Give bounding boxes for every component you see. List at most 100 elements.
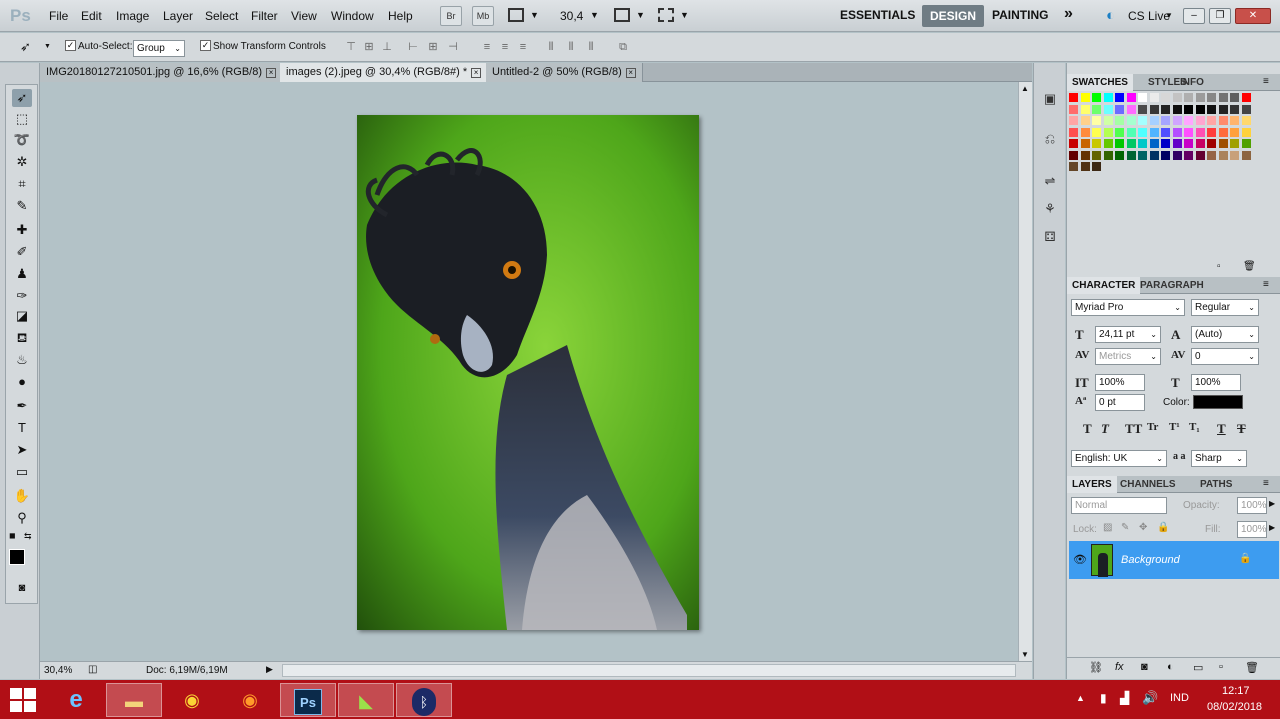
color-swatch[interactable] xyxy=(1103,139,1113,148)
color-swatch[interactable] xyxy=(1230,116,1239,125)
lock-position-icon[interactable]: ✥ xyxy=(1139,522,1147,533)
color-swatch[interactable] xyxy=(1080,150,1090,160)
color-swatch[interactable] xyxy=(1241,127,1251,137)
camtasia-icon[interactable]: ◣ xyxy=(338,683,394,717)
color-swatch[interactable] xyxy=(1230,93,1239,102)
color-swatch[interactable] xyxy=(1069,162,1078,171)
color-swatch[interactable] xyxy=(1218,150,1228,160)
color-swatch[interactable] xyxy=(1149,127,1159,137)
layer-name[interactable]: Background xyxy=(1121,554,1180,566)
chevron-down-icon[interactable]: ▼ xyxy=(1165,11,1173,20)
panel-menu-icon[interactable]: ≡ xyxy=(1263,76,1269,87)
file-explorer-icon[interactable]: ▬ xyxy=(106,683,162,717)
adjustments-panel-icon[interactable]: ⇌ xyxy=(1039,171,1061,191)
restore-button[interactable]: ❐ xyxy=(1209,8,1231,24)
color-swatch[interactable] xyxy=(1103,150,1113,160)
color-swatch[interactable] xyxy=(1069,150,1078,160)
color-swatch[interactable] xyxy=(1138,139,1147,148)
default-colors-icon[interactable]: ◼ xyxy=(9,531,16,540)
status-menu-arrow-icon[interactable]: ▶ xyxy=(266,664,273,675)
color-swatch[interactable] xyxy=(1092,150,1101,160)
menu-layer[interactable]: Layer xyxy=(163,9,193,23)
color-swatch[interactable] xyxy=(1172,150,1182,160)
distribute-bottom-icon[interactable]: ≡ xyxy=(516,41,530,53)
color-swatch[interactable] xyxy=(1069,116,1078,125)
vertical-scale-field[interactable]: 100% xyxy=(1095,374,1145,391)
new-layer-icon[interactable]: ▫ xyxy=(1219,661,1223,673)
color-swatch[interactable] xyxy=(1138,116,1147,125)
color-swatch[interactable] xyxy=(1080,139,1090,148)
layer-mask-icon[interactable]: ◙ xyxy=(1141,661,1148,673)
menu-image[interactable]: Image xyxy=(116,9,149,23)
distribute-hcenter-icon[interactable]: ⦀ xyxy=(564,41,578,53)
tab-swatches[interactable]: SWATCHES xyxy=(1067,74,1133,91)
color-swatch[interactable] xyxy=(1161,104,1170,114)
blend-mode-select[interactable]: Normal xyxy=(1071,497,1167,514)
color-swatch[interactable] xyxy=(1184,150,1193,160)
color-swatch[interactable] xyxy=(1207,139,1216,148)
move-tool-icon[interactable]: ➶ xyxy=(12,89,32,107)
align-left-icon[interactable]: ⊢ xyxy=(406,41,420,53)
align-top-icon[interactable]: ⊤ xyxy=(344,41,358,53)
close-icon[interactable]: × xyxy=(471,68,482,78)
delete-layer-icon[interactable]: 🗑 xyxy=(1245,661,1259,674)
color-swatch[interactable] xyxy=(1126,104,1136,114)
color-swatch[interactable] xyxy=(1080,127,1090,137)
more-workspaces-button[interactable]: » xyxy=(1064,5,1073,23)
document-image[interactable] xyxy=(357,115,699,630)
workspace-essentials[interactable]: ESSENTIALS xyxy=(840,8,915,22)
color-swatch[interactable] xyxy=(1161,116,1170,125)
paint-bucket-tool-icon[interactable]: ⛾ xyxy=(12,329,32,347)
shape-tool-icon[interactable]: ▭ xyxy=(12,463,32,481)
marquee-tool-icon[interactable]: ⬚ xyxy=(12,110,32,128)
cs-live-icon[interactable]: ◐ xyxy=(1106,7,1115,24)
eyedropper-tool-icon[interactable]: ✎ xyxy=(12,197,32,215)
color-swatch[interactable] xyxy=(1138,150,1147,160)
color-swatch[interactable] xyxy=(1172,104,1182,114)
chevron-down-icon[interactable]: ▼ xyxy=(680,10,689,20)
cs-live-button[interactable]: CS Live xyxy=(1128,9,1170,23)
strikethrough-button[interactable]: T xyxy=(1237,421,1246,437)
faux-italic-button[interactable]: T xyxy=(1101,421,1109,437)
align-hcenter-icon[interactable]: ⊞ xyxy=(426,41,440,53)
bridge-button[interactable]: Br xyxy=(440,6,462,26)
workspace-design[interactable]: DESIGN xyxy=(922,5,985,27)
align-right-icon[interactable]: ⊣ xyxy=(446,41,460,53)
opacity-field[interactable]: 100% xyxy=(1237,497,1267,514)
transform-controls-checkbox[interactable]: ✓ xyxy=(200,40,211,51)
menu-help[interactable]: Help xyxy=(388,9,413,23)
zoom-readout[interactable]: 30,4% xyxy=(44,665,72,676)
lock-image-icon[interactable]: ✎ xyxy=(1121,522,1129,533)
volume-icon[interactable]: 🔊 xyxy=(1142,690,1158,706)
close-icon[interactable]: × xyxy=(625,68,636,78)
color-swatch[interactable] xyxy=(1195,104,1205,114)
color-swatch[interactable] xyxy=(1218,116,1228,125)
color-swatch[interactable] xyxy=(1184,139,1193,148)
link-layers-icon[interactable]: ⛓ xyxy=(1089,661,1103,674)
color-swatch[interactable] xyxy=(1138,104,1147,114)
path-select-tool-icon[interactable]: ➤ xyxy=(12,441,32,459)
color-swatch[interactable] xyxy=(1230,104,1239,114)
mini-bridge-button[interactable]: Mb xyxy=(472,6,494,26)
windows-start-icon[interactable] xyxy=(10,688,36,712)
type-tool-icon[interactable]: T xyxy=(12,419,32,437)
color-swatch[interactable] xyxy=(1207,93,1216,102)
color-swatch[interactable] xyxy=(1230,127,1239,137)
color-swatch[interactable] xyxy=(1195,93,1205,102)
crop-tool-icon[interactable]: ⌗ xyxy=(12,175,32,193)
baseline-shift-field[interactable]: 0 pt xyxy=(1095,394,1145,411)
distribute-vcenter-icon[interactable]: ≡ xyxy=(498,41,512,53)
quick-select-tool-icon[interactable]: ✲ xyxy=(12,153,32,171)
color-swatch[interactable] xyxy=(1080,116,1090,125)
menu-window[interactable]: Window xyxy=(331,9,374,23)
history-panel-icon[interactable]: ⎌ xyxy=(1039,129,1061,149)
auto-align-icon[interactable]: ⧉ xyxy=(616,41,630,53)
color-swatch[interactable] xyxy=(1241,104,1251,114)
align-vcenter-icon[interactable]: ⊞ xyxy=(362,41,376,53)
firefox-icon[interactable]: ◉ xyxy=(222,683,278,717)
color-swatch[interactable] xyxy=(1115,93,1124,102)
opacity-arrow-icon[interactable]: ▶ xyxy=(1269,499,1275,508)
move-tool-icon[interactable]: ➶ xyxy=(20,39,31,55)
color-swatch[interactable] xyxy=(1149,93,1159,102)
new-group-icon[interactable]: ▭ xyxy=(1193,661,1203,674)
